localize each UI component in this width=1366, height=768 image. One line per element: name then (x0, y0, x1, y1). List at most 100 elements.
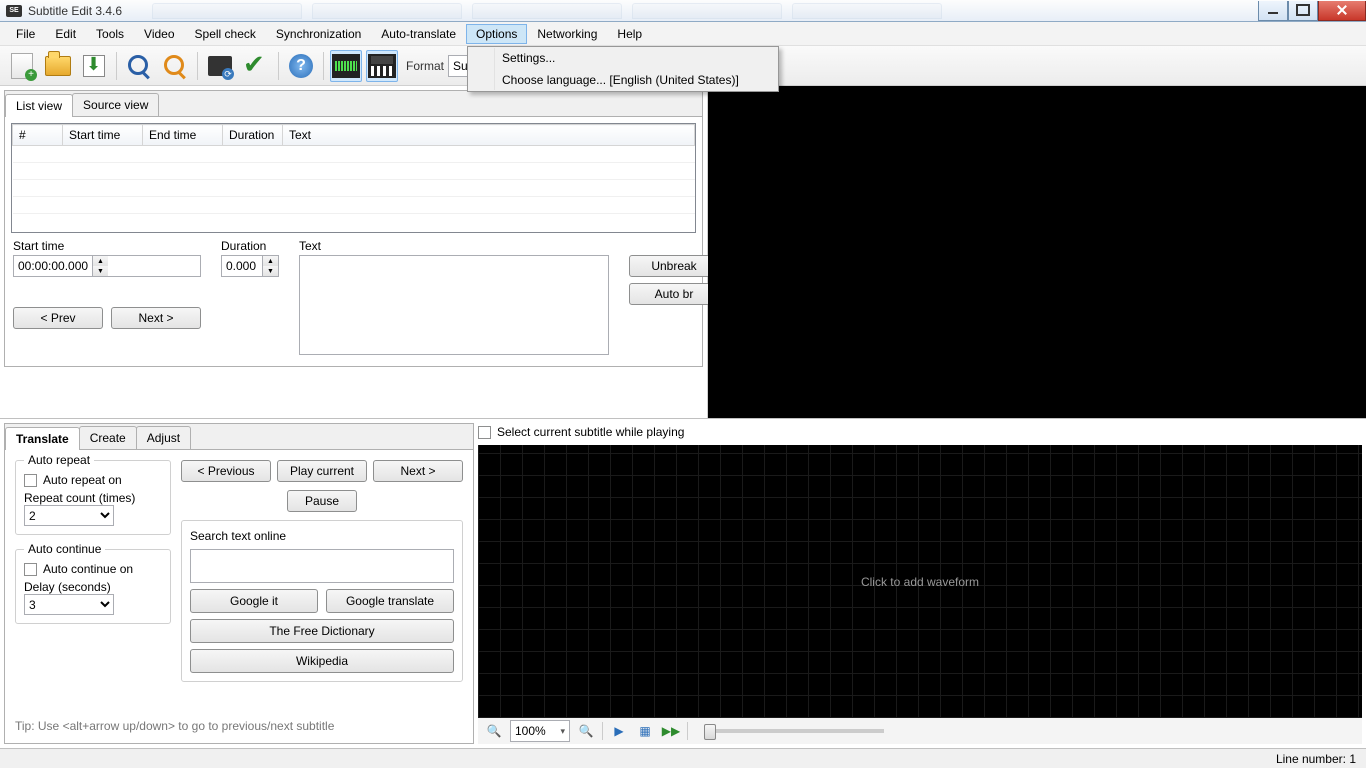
repeat-count-label: Repeat count (times) (24, 491, 162, 505)
window-controls (1258, 1, 1366, 21)
fix-button[interactable] (204, 50, 236, 82)
menu-bar: File Edit Tools Video Spell check Synchr… (0, 22, 1366, 46)
menu-video[interactable]: Video (134, 24, 184, 44)
start-time-value[interactable] (14, 256, 92, 276)
help-button[interactable]: ? (285, 50, 317, 82)
tab-adjust[interactable]: Adjust (136, 426, 191, 449)
clapboard-icon (368, 54, 396, 78)
spinner-up-icon[interactable]: ▲ (263, 256, 278, 266)
col-start[interactable]: Start time (63, 125, 143, 146)
zoom-out-icon: 🔍 (487, 724, 502, 738)
unbreak-button[interactable]: Unbreak (629, 255, 719, 277)
free-dictionary-button[interactable]: The Free Dictionary (190, 619, 454, 643)
delay-label: Delay (seconds) (24, 580, 162, 594)
tab-source-view[interactable]: Source view (72, 93, 159, 116)
subtitle-grid[interactable]: # Start time End time Duration Text (11, 123, 696, 233)
video-toggle[interactable] (366, 50, 398, 82)
search-online-group: Search text online Google it Google tran… (181, 520, 463, 682)
google-translate-button[interactable]: Google translate (326, 589, 454, 613)
spinner-down-icon[interactable]: ▼ (93, 266, 108, 276)
menu-synchronization[interactable]: Synchronization (266, 24, 371, 44)
waveform-toggle[interactable] (330, 50, 362, 82)
menu-help[interactable]: Help (607, 24, 652, 44)
play-current-button[interactable]: Play current (277, 460, 367, 482)
autobr-button[interactable]: Auto br (629, 283, 719, 305)
google-it-button[interactable]: Google it (190, 589, 318, 613)
window-title: Subtitle Edit 3.4.6 (28, 4, 122, 18)
auto-continue-group: Auto continue Auto continue on Delay (se… (15, 549, 171, 624)
col-text[interactable]: Text (283, 125, 695, 146)
search-online-label: Search text online (190, 529, 454, 543)
options-settings[interactable]: Settings... (440, 47, 778, 69)
waveform-display[interactable]: Click to add waveform (478, 445, 1362, 718)
spellcheck-button[interactable]: ✔ (240, 50, 272, 82)
col-duration[interactable]: Duration (223, 125, 283, 146)
auto-continue-checkbox[interactable]: Auto continue on (24, 562, 162, 576)
col-end[interactable]: End time (143, 125, 223, 146)
col-number[interactable]: # (13, 125, 63, 146)
close-button[interactable] (1318, 1, 1366, 21)
auto-repeat-title: Auto repeat (24, 453, 94, 467)
menu-autotranslate[interactable]: Auto-translate (371, 24, 466, 44)
tab-list-view[interactable]: List view (5, 94, 73, 117)
menu-networking[interactable]: Networking (527, 24, 607, 44)
duration-value[interactable] (222, 256, 262, 276)
select-current-label: Select current subtitle while playing (497, 425, 684, 439)
search-online-input[interactable] (190, 549, 454, 583)
wf-next-button[interactable]: ▶▶ (661, 721, 681, 741)
save-button[interactable] (78, 50, 110, 82)
options-dropdown: Settings... Choose language... [English … (467, 46, 779, 92)
grid-icon: ▦ (639, 724, 650, 738)
zoom-out-button[interactable]: 🔍 (484, 721, 504, 741)
app-icon: SE (6, 5, 22, 17)
pause-button[interactable]: Pause (287, 490, 357, 512)
check-icon: ✔ (243, 53, 269, 79)
previous-button[interactable]: < Previous (181, 460, 271, 482)
menu-file[interactable]: File (6, 24, 45, 44)
menu-tools[interactable]: Tools (86, 24, 134, 44)
checkbox-icon (478, 426, 491, 439)
prev-line-button[interactable]: < Prev (13, 307, 103, 329)
open-button[interactable] (42, 50, 74, 82)
maximize-button[interactable] (1288, 1, 1318, 21)
spinner-down-icon[interactable]: ▼ (263, 266, 278, 276)
select-current-checkbox[interactable]: Select current subtitle while playing (478, 423, 1362, 445)
toolbar-separator (278, 52, 279, 80)
wikipedia-button[interactable]: Wikipedia (190, 649, 454, 673)
lower-tabs: Translate Create Adjust (5, 424, 473, 450)
text-label: Text (299, 239, 609, 253)
fast-forward-icon: ▶▶ (662, 724, 680, 738)
menu-spellcheck[interactable]: Spell check (185, 24, 266, 44)
zoom-combo[interactable]: 100% (510, 720, 570, 742)
wf-play-button[interactable]: ▶ (609, 721, 629, 741)
replace-button[interactable] (159, 50, 191, 82)
zoom-in-button[interactable]: 🔍 (576, 721, 596, 741)
listview-tabs: List view Source view (5, 91, 702, 117)
duration-input[interactable]: ▲▼ (221, 255, 279, 277)
tab-create[interactable]: Create (79, 426, 137, 449)
replace-icon (164, 55, 186, 77)
menu-options[interactable]: Options (466, 24, 527, 44)
zoom-value: 100% (515, 724, 546, 738)
tab-translate[interactable]: Translate (5, 427, 80, 450)
repeat-count-select[interactable]: 2 (24, 505, 114, 526)
minimize-button[interactable] (1258, 1, 1288, 21)
auto-repeat-group: Auto repeat Auto repeat on Repeat count … (15, 460, 171, 535)
auto-repeat-checkbox[interactable]: Auto repeat on (24, 473, 162, 487)
subtitle-text-input[interactable] (299, 255, 609, 355)
new-file-icon (11, 53, 33, 79)
waveform-position-slider[interactable] (704, 729, 884, 733)
toolbar-separator (323, 52, 324, 80)
menu-edit[interactable]: Edit (45, 24, 86, 44)
next-line-button[interactable]: Next > (111, 307, 201, 329)
subtitle-panel: List view Source view # Start time End t… (4, 90, 703, 367)
find-button[interactable] (123, 50, 155, 82)
next-button[interactable]: Next > (373, 460, 463, 482)
options-choose-language[interactable]: Choose language... [English (United Stat… (440, 69, 778, 91)
spinner-up-icon[interactable]: ▲ (93, 256, 108, 266)
start-time-input[interactable]: ▲▼ (13, 255, 201, 277)
new-button[interactable] (6, 50, 38, 82)
delay-select[interactable]: 3 (24, 594, 114, 615)
title-bar: SE Subtitle Edit 3.4.6 (0, 0, 1366, 22)
wf-grid-button[interactable]: ▦ (635, 721, 655, 741)
